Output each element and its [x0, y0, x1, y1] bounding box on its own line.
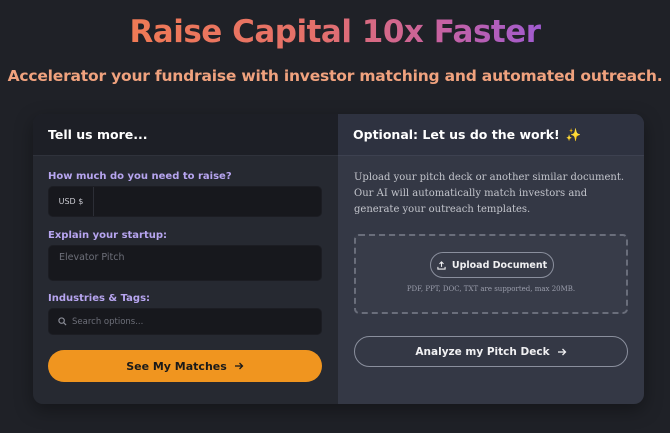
- upload-heading: Optional: Let us do the work! ✨: [338, 114, 644, 156]
- upload-document-label: Upload Document: [451, 259, 548, 271]
- explain-startup-label: Explain your startup:: [48, 230, 168, 241]
- sparkle-icon: ✨: [565, 126, 582, 142]
- upload-description: Upload your pitch deck or another simila…: [354, 172, 625, 215]
- document-dropzone[interactable]: Upload Document PDF, PPT, DOC, TXT are s…: [354, 234, 628, 314]
- arrow-right-icon: [557, 347, 567, 357]
- tags-search-placeholder: Search options...: [72, 316, 144, 327]
- raise-amount-label: How much do you need to raise?: [48, 171, 232, 182]
- raise-amount-input[interactable]: [94, 187, 321, 216]
- supported-formats-note: PDF, PPT, DOC, TXT are supported, max 20…: [406, 285, 576, 293]
- fundraise-card: Tell us more... How much do you need to …: [33, 114, 644, 404]
- arrow-right-icon: [234, 361, 244, 371]
- upload-document-button[interactable]: Upload Document: [430, 252, 554, 278]
- form-heading: Tell us more...: [33, 114, 338, 156]
- industries-tags-label: Industries & Tags:: [48, 293, 151, 304]
- analyze-pitch-deck-button[interactable]: Analyze my Pitch Deck: [354, 336, 628, 367]
- hero-title: Raise Capital 10x Faster: [0, 14, 670, 50]
- see-matches-label: See My Matches: [126, 359, 227, 373]
- upload-icon: [437, 260, 446, 270]
- analyze-pitch-deck-label: Analyze my Pitch Deck: [415, 345, 550, 358]
- hero-subtitle: Accelerator your fundraise with investor…: [7, 67, 663, 85]
- startup-form-panel: Tell us more... How much do you need to …: [33, 114, 338, 404]
- search-icon: [58, 317, 67, 326]
- elevator-pitch-textarea[interactable]: Elevator Pitch: [48, 245, 322, 281]
- upload-heading-text: Optional: Let us do the work!: [353, 127, 560, 142]
- currency-prefix: USD $: [49, 187, 94, 216]
- tags-search-input[interactable]: Search options...: [48, 308, 322, 335]
- hero-title-text: Raise Capital 10x Faster: [129, 14, 541, 50]
- upload-panel: Optional: Let us do the work! ✨ Upload y…: [338, 114, 644, 404]
- raise-amount-field: USD $: [48, 186, 322, 217]
- see-matches-button[interactable]: See My Matches: [48, 350, 322, 382]
